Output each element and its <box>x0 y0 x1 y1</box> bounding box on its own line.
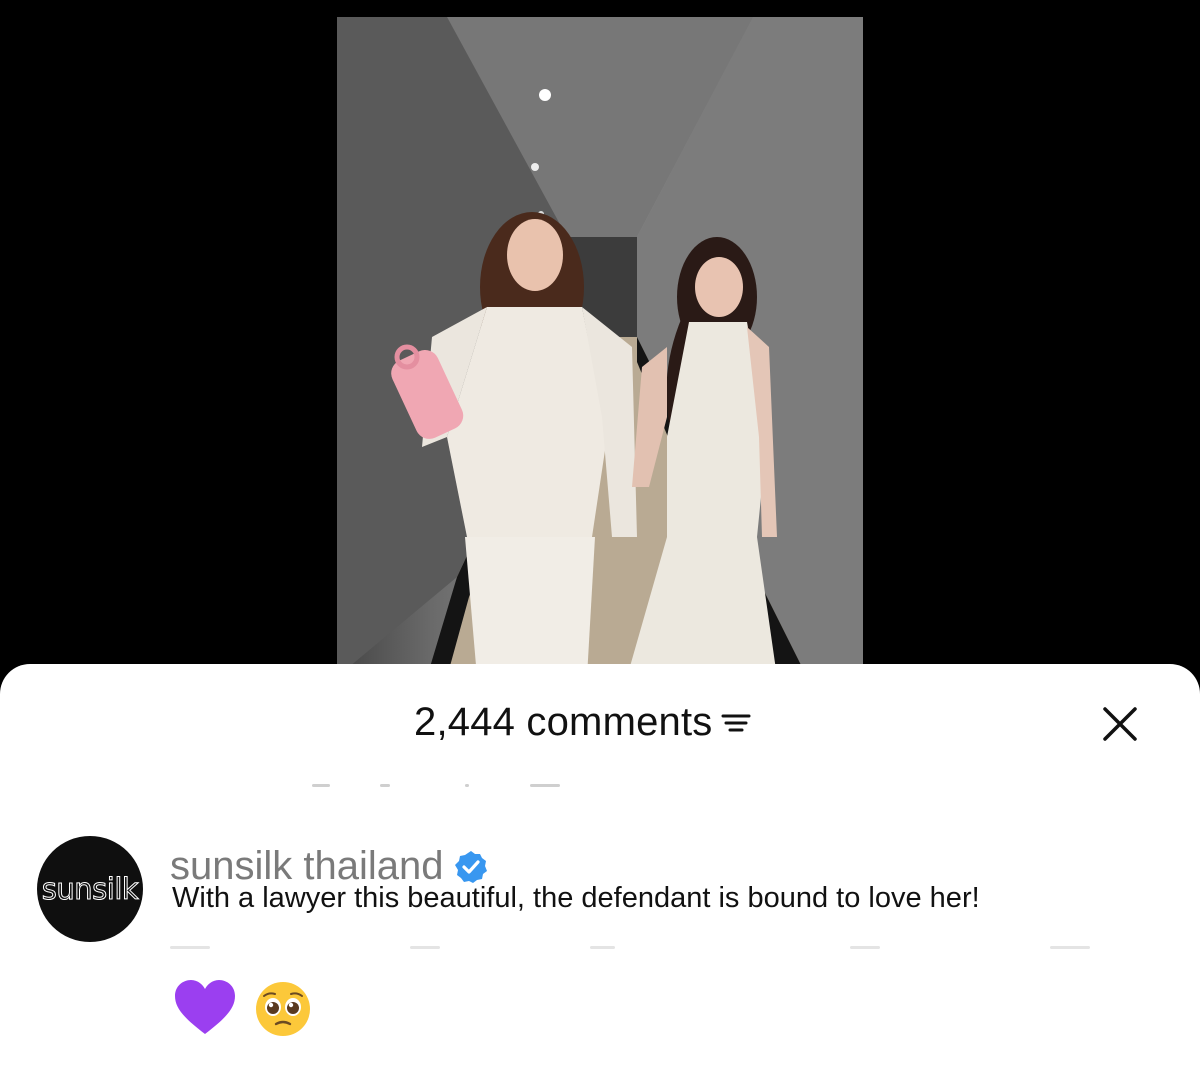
pleading-face-emoji <box>256 982 310 1036</box>
comments-title: 2,444 comments <box>414 700 751 745</box>
comment-text: With a lawyer this beautiful, the defend… <box>172 882 980 914</box>
avatar[interactable]: sunsilk <box>37 836 143 942</box>
purple-heart-emoji <box>175 980 235 1034</box>
obscured-text-remnant-2 <box>170 942 1110 952</box>
comment-item: sunsilk sunsilk thailand With a lawyer t… <box>0 834 1200 1074</box>
verified-badge-icon <box>454 850 487 883</box>
hallway-photo-illustration <box>337 17 863 677</box>
comment-reactions <box>172 976 312 1042</box>
obscured-text-remnant <box>300 776 590 792</box>
post-photo <box>337 17 863 677</box>
close-icon[interactable] <box>1100 704 1140 744</box>
filter-lines-icon[interactable] <box>721 710 751 736</box>
comments-sheet: 2,444 comments sunsilk sunsilk thailand <box>0 664 1200 1075</box>
comments-count-label: 2,444 comments <box>414 700 713 744</box>
comments-header: 2,444 comments <box>0 664 1200 787</box>
avatar-logo-text: sunsilk <box>41 872 139 907</box>
